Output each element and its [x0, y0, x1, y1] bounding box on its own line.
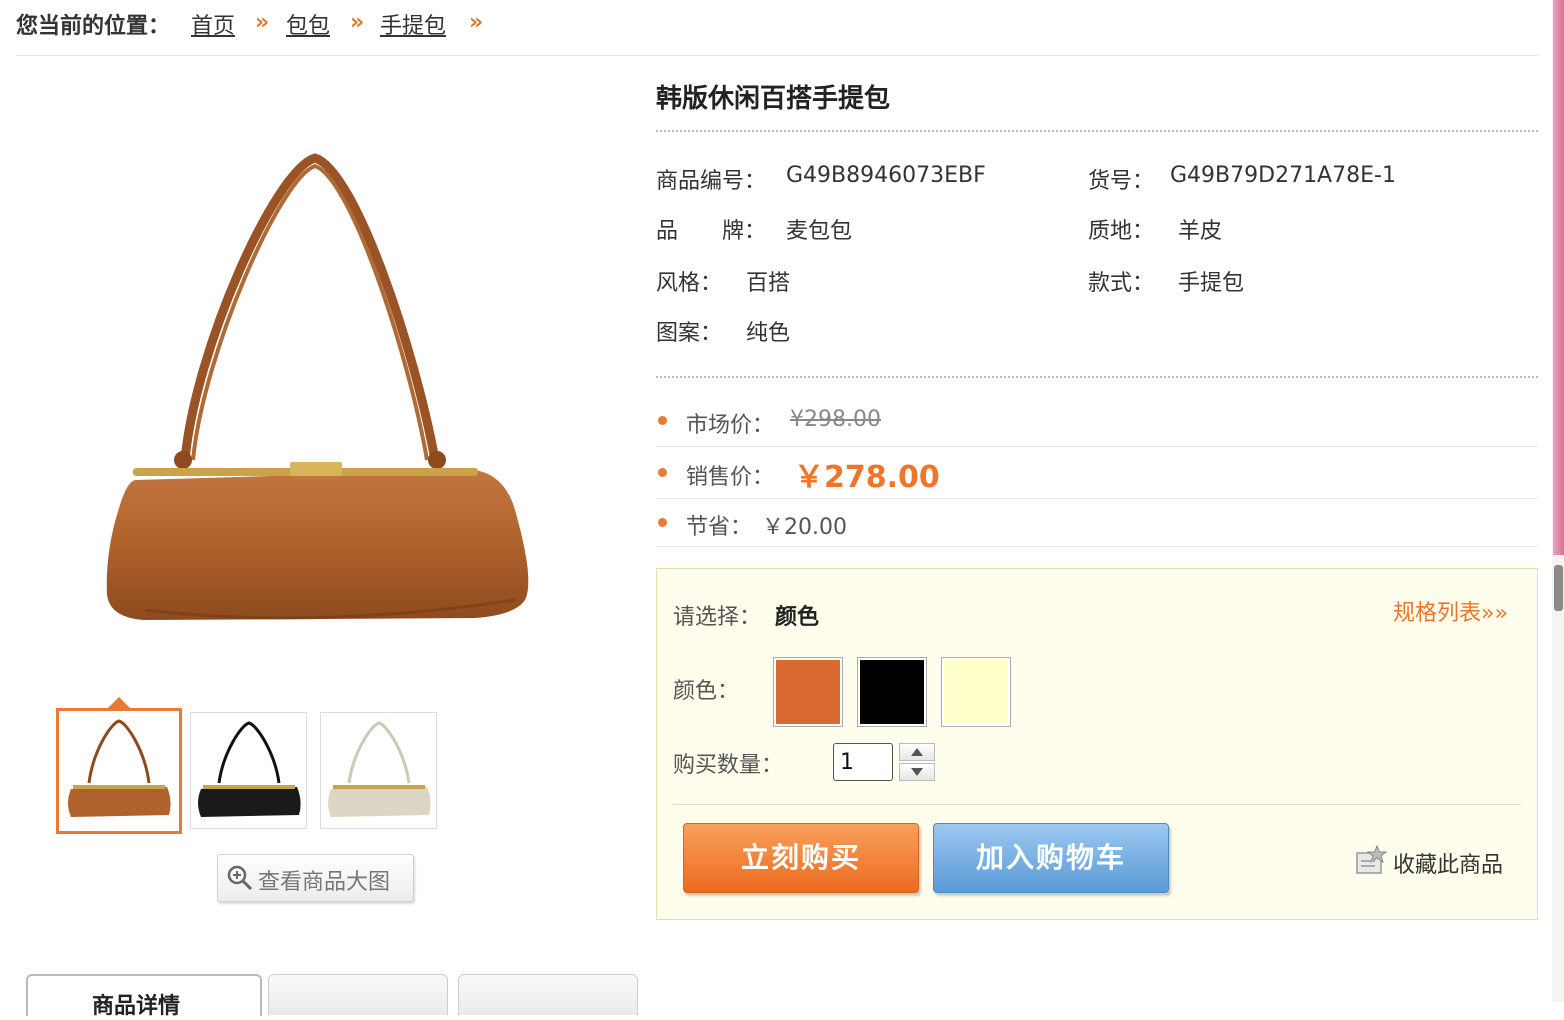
- arrow-up-icon: [911, 748, 923, 756]
- savings-label: 节省：: [686, 515, 753, 540]
- bullet-icon: [658, 518, 667, 527]
- view-large-image-button[interactable]: 查看商品大图: [217, 854, 414, 902]
- sale-price-label: 销售价：: [686, 465, 775, 490]
- attr-value: 羊皮: [1178, 219, 1223, 244]
- swatch-fill: [944, 660, 1008, 724]
- buy-now-button[interactable]: 立刻购买: [683, 823, 919, 893]
- attr-value: G49B8946073EBF: [786, 163, 986, 188]
- attr-value: 麦包包: [786, 219, 853, 244]
- choose-label: 请选择：: [673, 605, 762, 630]
- add-to-cart-button[interactable]: 加入购物车: [933, 823, 1169, 893]
- view-large-image-label: 查看商品大图: [258, 870, 391, 895]
- swatch-fill: [776, 660, 840, 724]
- thumbnail-pointer: [108, 697, 130, 708]
- attr-key: 商品编号：: [656, 169, 767, 194]
- bullet-icon: [658, 468, 667, 477]
- bullet-icon: [658, 416, 667, 425]
- market-price-row: 市场价： ¥298.00: [656, 400, 1538, 447]
- color-swatch-black[interactable]: [857, 657, 927, 727]
- attr-key: 货号：: [1088, 169, 1155, 194]
- spec-list-link[interactable]: 规格列表»»: [1393, 595, 1508, 627]
- quantity-increase-button[interactable]: [899, 743, 935, 761]
- divider: [656, 376, 1538, 378]
- black-bag-image: [198, 721, 301, 817]
- market-price-label: 市场价：: [686, 413, 775, 438]
- favorite-label: 收藏此商品: [1393, 853, 1504, 878]
- scrollbar-thumb[interactable]: [1554, 565, 1563, 611]
- attr-key: 品 牌：: [656, 219, 767, 244]
- attr-key: 质地：: [1088, 219, 1155, 244]
- divider: [656, 130, 1538, 132]
- breadcrumb-home-link[interactable]: 首页: [191, 8, 235, 40]
- beige-bag-image: [328, 721, 431, 817]
- sale-price-row: 销售价： ￥278.00: [656, 452, 1538, 499]
- breadcrumb-bags-link[interactable]: 包包: [286, 8, 330, 40]
- product-main-image[interactable]: [75, 130, 555, 650]
- attr-key: 图案：: [656, 321, 723, 346]
- scrollbar-highlight: [1553, 0, 1564, 555]
- attr-value: 纯色: [746, 321, 791, 346]
- breadcrumb-separator: »: [350, 10, 365, 35]
- swatch-fill: [860, 660, 924, 724]
- thumbnail-brown[interactable]: [56, 708, 182, 834]
- breadcrumb-handbag-link[interactable]: 手提包: [380, 8, 446, 40]
- breadcrumb-separator: »: [255, 10, 270, 35]
- sale-price-value: ￥278.00: [794, 460, 940, 495]
- thumbnail-black[interactable]: [190, 712, 307, 829]
- color-swatch-cream[interactable]: [941, 657, 1011, 727]
- attr-key: 款式：: [1088, 271, 1155, 296]
- divider: [673, 804, 1521, 805]
- tab-label: 商品详情: [92, 994, 181, 1019]
- savings-row: 节省： ￥20.00: [656, 502, 1538, 547]
- breadcrumb-label: 您当前的位置：: [16, 14, 171, 39]
- color-label: 颜色：: [673, 679, 740, 704]
- product-title: 韩版休闲百搭手提包: [656, 84, 891, 114]
- tab-3[interactable]: [458, 974, 638, 1015]
- favorite-icon: [1356, 845, 1387, 874]
- quantity-label: 购买数量：: [673, 753, 784, 778]
- attr-key: 风格：: [656, 271, 723, 296]
- quantity-input[interactable]: 1: [833, 743, 893, 781]
- brown-bag-image: [68, 719, 171, 817]
- attr-value: G49B79D271A78E-1: [1170, 163, 1396, 188]
- arrow-down-icon: [911, 768, 923, 776]
- color-swatch-orange[interactable]: [773, 657, 843, 727]
- savings-value: ￥20.00: [762, 515, 847, 540]
- purchase-options-panel: 请选择： 颜色 规格列表»» 颜色： 购买数量： 1 立刻购买 加入购物车 收藏…: [656, 568, 1538, 920]
- magnifier-plus-icon: [227, 865, 253, 891]
- quantity-decrease-button[interactable]: [899, 763, 935, 781]
- attr-value: 百搭: [746, 271, 791, 296]
- breadcrumb-separator: »: [469, 10, 484, 35]
- choose-value: 颜色: [775, 605, 820, 630]
- breadcrumb: 您当前的位置： 首页 » 包包 » 手提包 »: [16, 0, 1538, 56]
- market-price-value: ¥298.00: [790, 407, 881, 432]
- tab-product-details[interactable]: 商品详情: [26, 974, 262, 1019]
- attr-value: 手提包: [1178, 271, 1245, 296]
- thumbnail-beige[interactable]: [320, 712, 437, 829]
- tab-2[interactable]: [268, 974, 448, 1015]
